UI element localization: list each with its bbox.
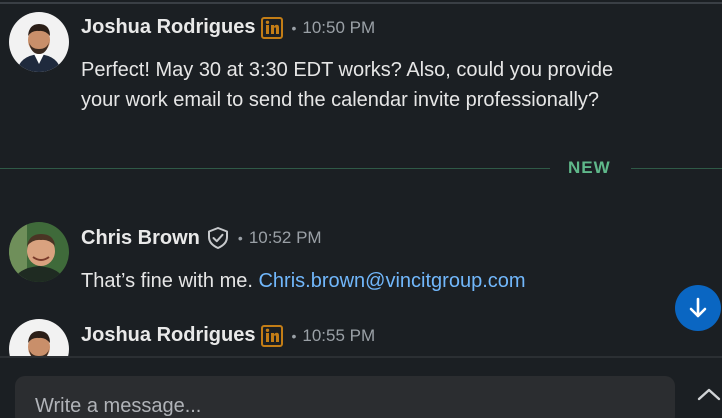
- message-input[interactable]: [33, 394, 637, 418]
- timestamp: 10:50 PM: [302, 17, 376, 37]
- avatar[interactable]: [9, 222, 69, 282]
- message-line: Perfect! May 30 at 3:30 EDT works? Also,…: [81, 59, 614, 81]
- linkedin-icon: [261, 16, 284, 39]
- expand-composer-button[interactable]: [696, 386, 722, 404]
- separator-dot: •: [291, 327, 297, 344]
- timestamp: 10:55 PM: [302, 325, 376, 345]
- avatar[interactable]: [9, 319, 69, 356]
- message-text: That’s fine with me.: [81, 270, 259, 292]
- message-thread[interactable]: Joshua Rodrigues • 10:50 PM Perfect! May…: [0, 0, 722, 356]
- email-link[interactable]: Chris.brown@vincitgroup.com: [258, 270, 525, 292]
- new-messages-separator: NEW: [0, 158, 722, 180]
- new-label: NEW: [568, 158, 611, 177]
- sender-name[interactable]: Chris Brown: [81, 227, 200, 250]
- top-divider: [0, 2, 722, 4]
- message-body: That’s fine with me. Chris.brown@vincitg…: [81, 266, 701, 296]
- timestamp: 10:52 PM: [248, 228, 322, 247]
- message-line: your work email to send the calendar inv…: [81, 89, 600, 111]
- message-input-box[interactable]: [15, 376, 675, 418]
- shield-check-icon: [206, 226, 230, 250]
- divider-line: [631, 168, 722, 169]
- message-header: Joshua Rodrigues • 10:50 PM: [81, 16, 375, 39]
- avatar[interactable]: [9, 12, 69, 72]
- sender-name[interactable]: Joshua Rodrigues: [81, 16, 255, 39]
- separator-dot: •: [291, 19, 297, 36]
- message-body: Perfect! May 30 at 3:30 EDT works? Also,…: [81, 55, 701, 115]
- message-header: Joshua Rodrigues • 10:55 PM: [81, 324, 375, 347]
- message-composer: [0, 356, 722, 418]
- messaging-window: Joshua Rodrigues • 10:50 PM Perfect! May…: [0, 0, 722, 418]
- sender-name[interactable]: Joshua Rodrigues: [81, 324, 255, 347]
- separator-dot: •: [237, 230, 243, 246]
- divider-line: [0, 168, 550, 169]
- linkedin-icon: [261, 324, 284, 347]
- message-header: Chris Brown • 10:52 PM: [81, 226, 322, 250]
- arrow-down-icon: [689, 297, 707, 318]
- chevron-up-icon: [697, 388, 721, 401]
- scroll-to-bottom-button[interactable]: [675, 285, 721, 331]
